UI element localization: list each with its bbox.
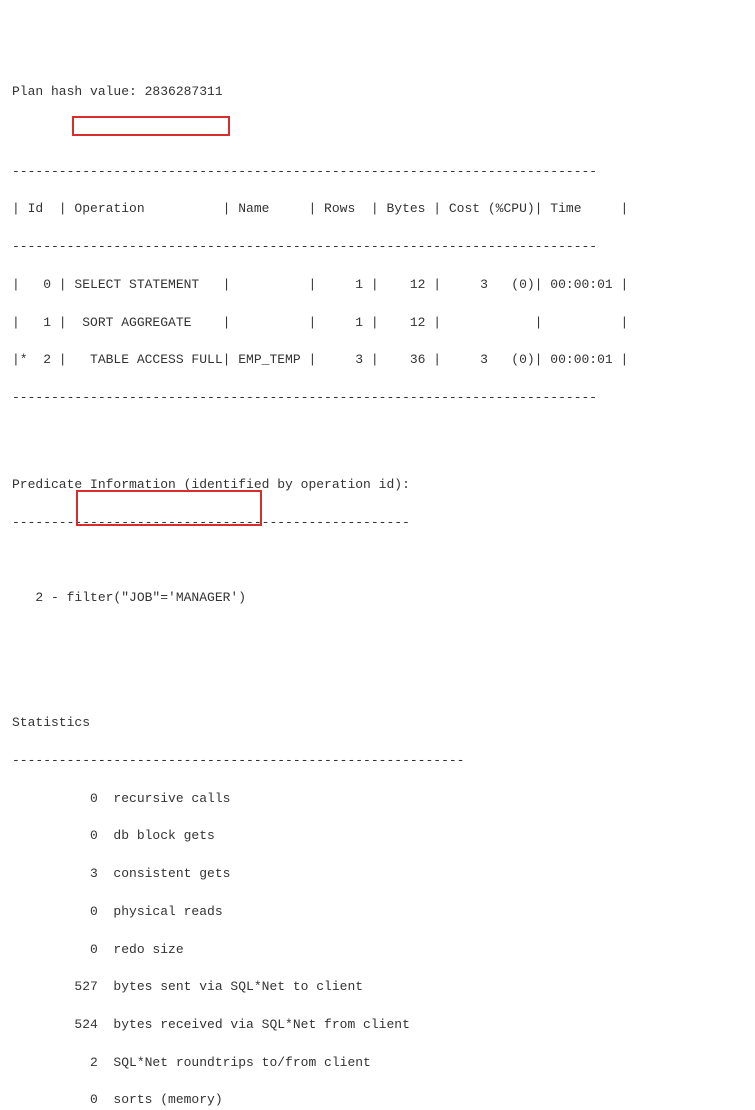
plan-hash-line: Plan hash value: 2836287311 [12, 83, 743, 102]
plan-header-row: | Id | Operation | Name | Rows | Bytes |… [12, 200, 743, 219]
blank-line [12, 665, 743, 684]
blank-line [12, 125, 743, 144]
predicate-title: Predicate Information (identified by ope… [12, 476, 743, 495]
plan-row-2: |* 2 | TABLE ACCESS FULL| EMP_TEMP | 3 |… [12, 351, 743, 370]
stats-line-7: 2 SQL*Net roundtrips to/from client [12, 1054, 743, 1073]
stats-line-3: 0 physical reads [12, 903, 743, 922]
stats-line-1: 0 db block gets [12, 827, 743, 846]
stats-line-2: 3 consistent gets [12, 865, 743, 884]
plan-row-0: | 0 | SELECT STATEMENT | | 1 | 12 | 3 (0… [12, 276, 743, 295]
plan-row-1: | 1 | SORT AGGREGATE | | 1 | 12 | | | [12, 314, 743, 333]
stats-title: Statistics [12, 714, 743, 733]
stats-line-8: 0 sorts (memory) [12, 1091, 743, 1110]
predicate-line-0: 2 - filter("JOB"='MANAGER') [12, 589, 743, 608]
plan-divider-bot: ----------------------------------------… [12, 389, 743, 408]
stats-line-4: 0 redo size [12, 941, 743, 960]
plan-hash-label: Plan hash value: [12, 84, 145, 99]
stats-line-0: 0 recursive calls [12, 790, 743, 809]
predicate-dash: ----------------------------------------… [12, 514, 743, 533]
plan-divider-mid: ----------------------------------------… [12, 238, 743, 257]
plan-hash-value: 2836287311 [145, 84, 223, 99]
blank-line [12, 627, 743, 646]
plan-divider-top: ----------------------------------------… [12, 163, 743, 182]
stats-line-6: 524 bytes received via SQL*Net from clie… [12, 1016, 743, 1035]
stats-line-5: 527 bytes sent via SQL*Net to client [12, 978, 743, 997]
stats-dash: ----------------------------------------… [12, 752, 743, 771]
blank-line [12, 552, 743, 571]
blank-line [12, 427, 743, 446]
